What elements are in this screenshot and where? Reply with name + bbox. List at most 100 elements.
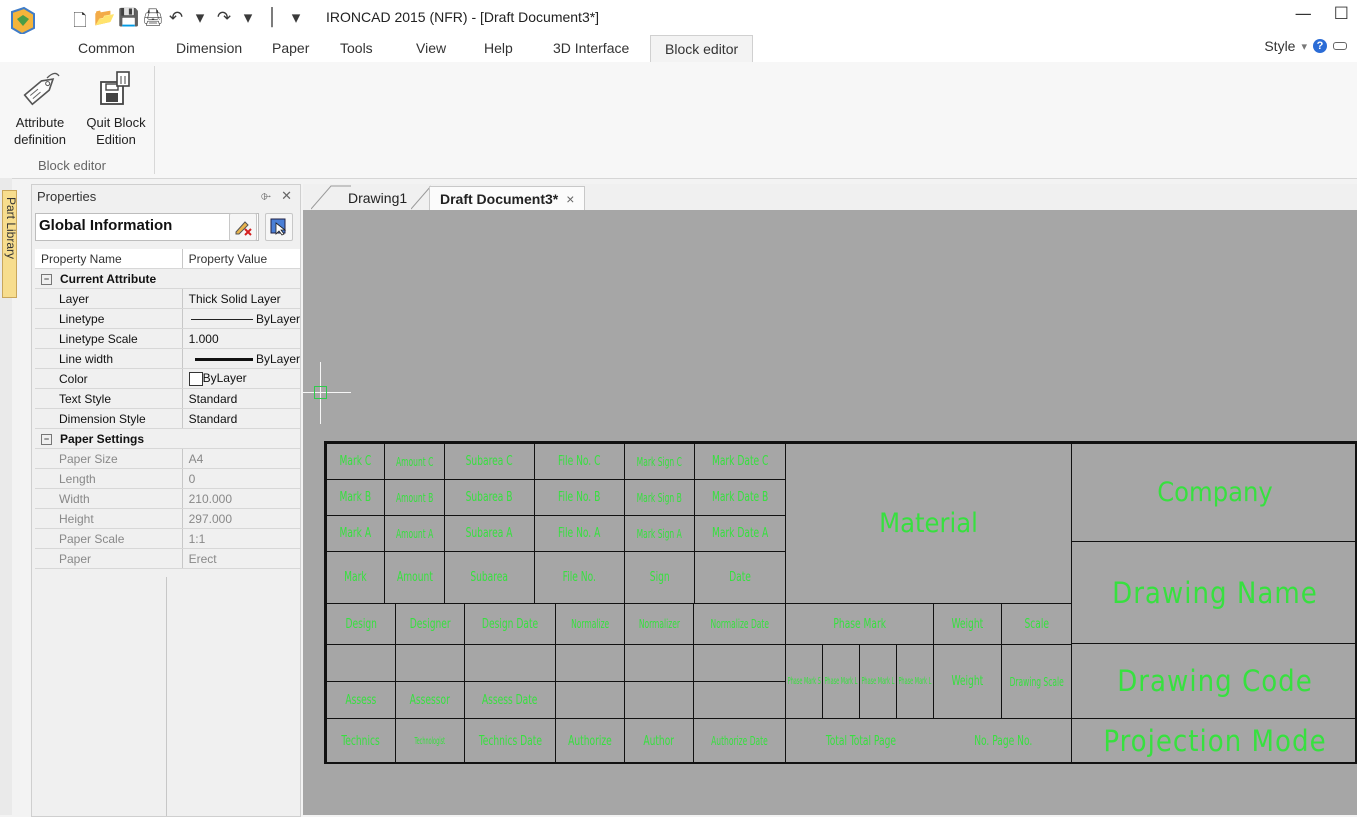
- tb-cell[interactable]: [624, 681, 694, 719]
- tb-cell[interactable]: Normalize: [555, 603, 625, 645]
- tb-cell[interactable]: File No. A: [534, 515, 625, 552]
- select-object-button[interactable]: [265, 213, 293, 241]
- close-icon[interactable]: ✕: [281, 188, 292, 204]
- tab-dimension[interactable]: Dimension: [176, 35, 242, 62]
- tb-cell[interactable]: Amount A: [384, 515, 445, 552]
- property-row[interactable]: Width 210.000: [35, 488, 300, 509]
- tab-paper[interactable]: Paper: [272, 35, 309, 62]
- property-row[interactable]: Linetype ByLayer: [35, 308, 300, 329]
- tab-block-editor[interactable]: Block editor: [650, 35, 754, 63]
- quit-block-edition-button[interactable]: Quit Block Edition: [78, 68, 154, 148]
- undo-icon[interactable]: ↶: [166, 8, 186, 37]
- tb-cell[interactable]: Author: [624, 718, 694, 764]
- property-value[interactable]: ByLayer: [182, 348, 300, 369]
- property-row[interactable]: Color ByLayer: [35, 368, 300, 389]
- tb-cell[interactable]: Subarea: [444, 551, 535, 604]
- tb-cell[interactable]: Amount B: [384, 479, 445, 516]
- tb-cell[interactable]: File No. C: [534, 443, 625, 480]
- phase-cell[interactable]: Phase Mark L: [859, 644, 897, 719]
- undo-dropdown-icon[interactable]: ▾: [190, 8, 210, 37]
- tb-cell[interactable]: [395, 644, 465, 682]
- tb-cell[interactable]: [464, 644, 556, 682]
- redo-icon[interactable]: ↷: [214, 8, 234, 37]
- tb-cell[interactable]: Subarea C: [444, 443, 535, 480]
- tb-cell[interactable]: Normalizer: [624, 603, 694, 645]
- tb-cell[interactable]: [555, 681, 625, 719]
- global-information-dropdown[interactable]: Global Information ∨: [35, 213, 259, 241]
- clear-attribute-button[interactable]: [229, 213, 257, 241]
- tab-3d-interface[interactable]: 3D Interface: [553, 35, 629, 62]
- tb-cell[interactable]: Design Date: [464, 603, 556, 645]
- phase-cell[interactable]: Phase Mark L: [822, 644, 860, 719]
- tb-cell[interactable]: Mark Sign B: [624, 479, 695, 516]
- property-row[interactable]: Text Style Standard: [35, 388, 300, 409]
- drawing-name-cell[interactable]: Drawing Name: [1071, 541, 1357, 644]
- tb-cell[interactable]: Amount C: [384, 443, 445, 480]
- tb-cell[interactable]: [624, 644, 694, 682]
- tb-cell[interactable]: Mark Date C: [694, 443, 786, 480]
- property-row[interactable]: Line width ByLayer: [35, 348, 300, 369]
- tb-cell[interactable]: Technics Date: [464, 718, 556, 764]
- print-icon[interactable]: 🖨: [142, 8, 164, 37]
- tb-cell[interactable]: Mark A: [326, 515, 385, 552]
- help-icon[interactable]: ?: [1313, 39, 1327, 53]
- tb-cell[interactable]: Date: [694, 551, 786, 604]
- tb-cell[interactable]: Assess Date: [464, 681, 556, 719]
- phase-cell[interactable]: Phase Mark S: [785, 644, 823, 719]
- collapse-icon[interactable]: −: [41, 273, 52, 285]
- property-value[interactable]: ByLayer: [182, 368, 300, 389]
- style-dropdown-icon[interactable]: ▾: [1301, 40, 1307, 53]
- tb-cell[interactable]: Mark Date A: [694, 515, 786, 552]
- property-value[interactable]: Thick Solid Layer: [182, 288, 300, 309]
- close-tab-icon[interactable]: ×: [566, 191, 574, 207]
- pin-icon[interactable]: ⌱: [261, 188, 271, 204]
- weight-header-cell[interactable]: Weight: [933, 603, 1002, 645]
- tb-cell[interactable]: [326, 644, 396, 682]
- category-row[interactable]: − Current Attribute: [35, 268, 300, 289]
- projection-mode-cell[interactable]: Projection Mode: [1071, 718, 1357, 764]
- style-label[interactable]: Style: [1264, 38, 1295, 54]
- drawing-code-cell[interactable]: Drawing Code: [1071, 643, 1357, 719]
- property-value[interactable]: Standard: [182, 388, 300, 409]
- new-file-icon[interactable]: 🗋: [70, 8, 90, 37]
- tb-cell[interactable]: Mark Sign A: [624, 515, 695, 552]
- tb-cell[interactable]: Subarea A: [444, 515, 535, 552]
- tab-view[interactable]: View: [416, 35, 446, 62]
- collapse-icon[interactable]: −: [41, 433, 52, 445]
- tb-cell[interactable]: [693, 644, 786, 682]
- phase-cell[interactable]: Phase Mark L: [896, 644, 934, 719]
- title-block[interactable]: Mark C Amount C Subarea C File No. C Mar…: [324, 441, 1357, 764]
- tb-cell[interactable]: File No. B: [534, 479, 625, 516]
- phase-mark-cell[interactable]: Phase Mark: [785, 603, 934, 645]
- tb-cell[interactable]: Normalize Date: [693, 603, 786, 645]
- attribute-definition-button[interactable]: Attribute definition: [2, 68, 78, 148]
- collapse-ribbon-icon[interactable]: [1333, 42, 1347, 50]
- tb-cell[interactable]: Assessor: [395, 681, 465, 719]
- tb-cell[interactable]: [555, 644, 625, 682]
- tb-cell[interactable]: Mark Sign C: [624, 443, 695, 480]
- tab-help[interactable]: Help: [484, 35, 513, 62]
- property-value[interactable]: ByLayer: [182, 308, 300, 329]
- tb-cell[interactable]: Mark Date B: [694, 479, 786, 516]
- material-cell[interactable]: Material: [785, 443, 1072, 604]
- part-library-tab[interactable]: Part Library: [2, 190, 18, 298]
- tb-cell[interactable]: Subarea B: [444, 479, 535, 516]
- maximize-icon[interactable]: ☐: [1334, 4, 1349, 24]
- drawing-scale-cell[interactable]: Drawing Scale: [1001, 644, 1072, 719]
- tab-tools[interactable]: Tools: [340, 35, 373, 62]
- tb-cell[interactable]: Technologist: [395, 718, 465, 764]
- property-row[interactable]: Layer Thick Solid Layer: [35, 288, 300, 309]
- property-value[interactable]: Standard: [182, 408, 300, 429]
- tb-cell[interactable]: Mark C: [326, 443, 385, 480]
- customize-qat-icon[interactable]: ▾: [286, 8, 306, 37]
- property-row[interactable]: Dimension Style Standard: [35, 408, 300, 429]
- company-cell[interactable]: Company: [1071, 443, 1357, 542]
- property-row[interactable]: Length 0: [35, 468, 300, 489]
- tab-drawing1[interactable]: Drawing1: [348, 186, 407, 210]
- category-row[interactable]: − Paper Settings: [35, 428, 300, 449]
- tb-cell[interactable]: File No.: [534, 551, 625, 604]
- tb-cell[interactable]: [693, 681, 786, 719]
- save-icon[interactable]: 💾: [118, 8, 139, 37]
- tb-cell[interactable]: Mark: [326, 551, 385, 604]
- open-folder-icon[interactable]: 📂: [94, 8, 115, 37]
